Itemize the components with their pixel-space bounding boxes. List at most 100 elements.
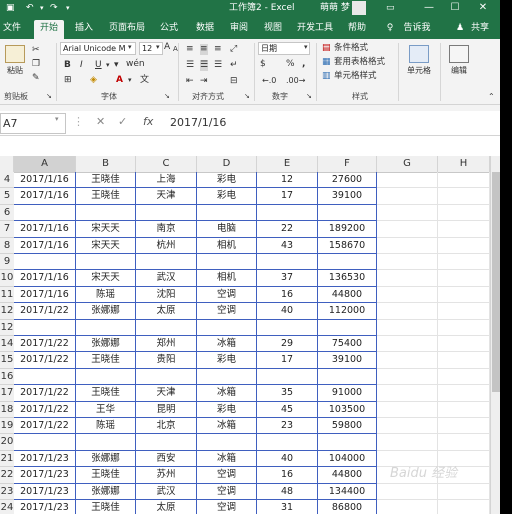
format-painter-icon[interactable]: ✎: [32, 73, 40, 84]
cell-amount[interactable]: 112000: [318, 303, 377, 320]
cell-qty[interactable]: [257, 434, 318, 451]
cell-qty[interactable]: 31: [257, 500, 318, 514]
row-header[interactable]: 6: [0, 204, 14, 222]
cell-empty[interactable]: [438, 237, 490, 254]
cell-product[interactable]: 相机: [197, 270, 257, 287]
row-header[interactable]: 10: [0, 270, 14, 287]
cell-city[interactable]: 天津: [136, 385, 197, 402]
cell-date[interactable]: [14, 319, 76, 336]
grow-font-icon[interactable]: A: [164, 42, 170, 53]
editing-button[interactable]: 编辑: [444, 45, 474, 76]
avatar[interactable]: [352, 1, 366, 15]
cell-empty[interactable]: [438, 204, 490, 222]
cell-amount[interactable]: 75400: [318, 336, 377, 353]
cell-qty[interactable]: 45: [257, 401, 318, 418]
cell-qty[interactable]: 43: [257, 237, 318, 254]
cell-date[interactable]: 2017/1/16: [14, 188, 76, 205]
cell-name[interactable]: 王晓佳: [76, 385, 136, 402]
cell-amount[interactable]: [318, 254, 377, 271]
cell-empty[interactable]: [377, 352, 438, 369]
row-header[interactable]: 15: [0, 352, 14, 369]
clipboard-launcher-icon[interactable]: ↘: [46, 91, 52, 102]
cell-name[interactable]: 宋天天: [76, 270, 136, 287]
cell-product[interactable]: 空调: [197, 303, 257, 320]
bold-button[interactable]: B: [64, 60, 71, 71]
column-header-f[interactable]: F: [318, 156, 377, 172]
cell-empty[interactable]: [438, 418, 490, 435]
cell-empty[interactable]: [438, 500, 490, 514]
cell-city[interactable]: 南京: [136, 221, 197, 238]
cell-empty[interactable]: [377, 172, 438, 189]
cell-name[interactable]: [76, 254, 136, 271]
share-person-icon[interactable]: ♟: [454, 20, 466, 39]
cell-product[interactable]: 电脑: [197, 221, 257, 238]
cell-amount[interactable]: 189200: [318, 221, 377, 238]
row-header[interactable]: 12: [0, 303, 14, 320]
cell-city[interactable]: 杭州: [136, 237, 197, 254]
cell-date[interactable]: 2017/1/23: [14, 450, 76, 468]
row-header[interactable]: 23: [0, 483, 14, 500]
column-header-e[interactable]: E: [257, 156, 318, 172]
cell-empty[interactable]: [438, 254, 490, 271]
row-header[interactable]: 16: [0, 368, 14, 386]
cell-date[interactable]: 2017/1/16: [14, 221, 76, 238]
cell-qty[interactable]: 16: [257, 286, 318, 304]
cell-empty[interactable]: [377, 483, 438, 500]
cell-empty[interactable]: [377, 434, 438, 451]
row-header[interactable]: 8: [0, 237, 14, 254]
cell-empty[interactable]: [377, 237, 438, 254]
column-header-a[interactable]: A: [14, 156, 76, 172]
cell-date[interactable]: 2017/1/16: [14, 237, 76, 254]
column-header-b[interactable]: B: [76, 156, 136, 172]
cell-product[interactable]: 相机: [197, 237, 257, 254]
cell-amount[interactable]: 39100: [318, 188, 377, 205]
insert-function-icon[interactable]: fx: [143, 115, 153, 128]
number-launcher-icon[interactable]: ↘: [306, 91, 312, 102]
row-header[interactable]: 17: [0, 385, 14, 402]
cell-product[interactable]: 空调: [197, 286, 257, 304]
font-size-dropdown-icon[interactable]: ▾: [156, 42, 160, 53]
cell-qty[interactable]: 22: [257, 221, 318, 238]
cell-name[interactable]: 陈瑶: [76, 286, 136, 304]
cell-qty[interactable]: 16: [257, 467, 318, 484]
column-header-h[interactable]: H: [438, 156, 490, 172]
cell-date[interactable]: 2017/1/22: [14, 336, 76, 353]
cell-date[interactable]: 2017/1/22: [14, 418, 76, 435]
increase-indent-icon[interactable]: ⇥: [200, 76, 208, 87]
cell-product[interactable]: [197, 434, 257, 451]
cell-name[interactable]: 张娜娜: [76, 303, 136, 320]
cell-amount[interactable]: 44800: [318, 467, 377, 484]
row-header[interactable]: 5: [0, 188, 14, 205]
cell-qty[interactable]: [257, 254, 318, 271]
align-center-icon[interactable]: ☰: [200, 60, 209, 71]
customize-qat-icon[interactable]: ▾: [66, 2, 70, 14]
cell-city[interactable]: 贵阳: [136, 352, 197, 369]
cell-amount[interactable]: 136530: [318, 270, 377, 287]
format-as-table-icon[interactable]: ▦: [322, 57, 331, 68]
cell-name[interactable]: 王晓佳: [76, 172, 136, 189]
cell-qty[interactable]: [257, 368, 318, 386]
underline-dropdown-icon[interactable]: ▾: [106, 60, 110, 71]
cell-date[interactable]: 2017/1/23: [14, 467, 76, 484]
cell-empty[interactable]: [377, 303, 438, 320]
row-header[interactable]: 18: [0, 401, 14, 418]
cell-empty[interactable]: [377, 204, 438, 222]
cell-city[interactable]: 西安: [136, 450, 197, 468]
font-launcher-icon[interactable]: ↘: [164, 91, 170, 102]
cell-empty[interactable]: [438, 221, 490, 238]
cell-city[interactable]: [136, 368, 197, 386]
column-header-c[interactable]: C: [136, 156, 197, 172]
cell-product[interactable]: 彩电: [197, 352, 257, 369]
comma-style-button[interactable]: ,: [302, 59, 305, 70]
undo-icon[interactable]: ↶: [26, 2, 34, 14]
cell-date[interactable]: 2017/1/23: [14, 483, 76, 500]
cell-city[interactable]: 郑州: [136, 336, 197, 353]
cell-empty[interactable]: [377, 368, 438, 386]
wen-phonetic-icon[interactable]: wén: [126, 59, 145, 70]
align-right-icon[interactable]: ☰: [214, 60, 222, 71]
cell-city[interactable]: 太原: [136, 303, 197, 320]
cell-amount[interactable]: 44800: [318, 286, 377, 304]
cell-amount[interactable]: 39100: [318, 352, 377, 369]
cell-amount[interactable]: 86800: [318, 500, 377, 514]
column-header-g[interactable]: G: [377, 156, 438, 172]
